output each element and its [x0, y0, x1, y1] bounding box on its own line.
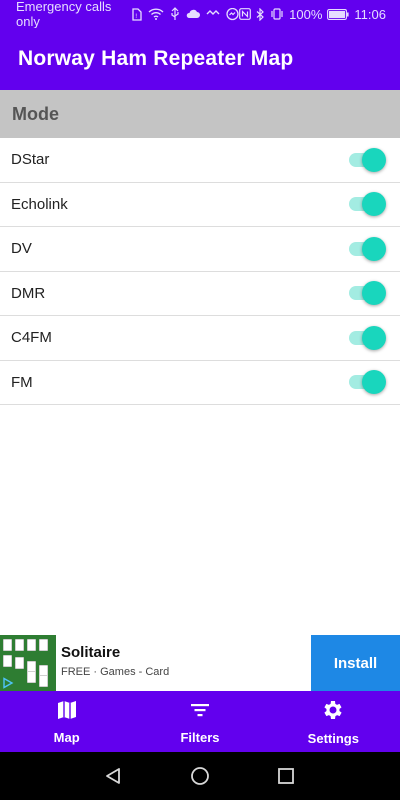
switch-thumb	[362, 236, 386, 261]
mode-label: DStar	[11, 151, 50, 169]
back-button[interactable]	[102, 764, 126, 788]
mode-row-fm[interactable]: FM	[0, 361, 400, 405]
status-left: Emergency calls only !	[16, 0, 239, 29]
dstar-toggle[interactable]	[349, 147, 386, 172]
carrier-text: Emergency calls only	[16, 0, 112, 29]
nav-label: Filters	[180, 729, 220, 745]
mode-label: C4FM	[11, 329, 52, 347]
ad-banner[interactable]: Solitaire FREE · Games - Card Install	[0, 635, 400, 691]
status-right: 100% 11:06	[239, 7, 386, 22]
mode-section-header: Mode	[0, 90, 400, 138]
card-shape	[15, 657, 24, 669]
status-bar: Emergency calls only ! 100% 11:06	[0, 0, 400, 29]
loop-icon	[206, 9, 220, 19]
solitaire-app-icon	[0, 635, 56, 691]
mode-label: DV	[11, 240, 32, 258]
map-icon	[56, 699, 78, 726]
mode-label: DMR	[11, 284, 46, 302]
nav-label: Settings	[307, 730, 359, 746]
ad-choices-icon[interactable]	[1, 676, 15, 690]
section-title: Mode	[12, 103, 59, 124]
battery-percent: 100%	[289, 6, 323, 22]
card-shape	[3, 639, 12, 651]
ad-title: Solitaire	[61, 644, 121, 661]
card-shape	[15, 639, 24, 651]
card-shape	[39, 675, 48, 687]
mode-row-echolink[interactable]: Echolink	[0, 183, 400, 227]
card-shape	[27, 639, 36, 651]
switch-thumb	[362, 147, 386, 172]
home-circle-icon	[191, 767, 209, 785]
filter-icon	[189, 699, 211, 726]
card-shape	[27, 671, 36, 683]
nav-item-map[interactable]: Map	[0, 691, 133, 752]
gear-icon	[321, 698, 345, 727]
nfc-icon	[239, 8, 252, 20]
switch-thumb	[362, 281, 386, 306]
sim-icon: !	[132, 7, 142, 21]
mode-list: DStar Echolink DV DMR C4FM FM	[0, 138, 400, 405]
mode-row-dstar[interactable]: DStar	[0, 138, 400, 183]
app-bar: Norway Ham Repeater Map	[0, 28, 400, 90]
nav-label: Map	[53, 729, 80, 745]
battery-icon	[327, 8, 350, 20]
status-time: 11:06	[354, 6, 386, 22]
nav-item-filters[interactable]: Filters	[133, 691, 266, 752]
c4fm-toggle[interactable]	[349, 325, 386, 350]
switch-thumb	[362, 192, 386, 217]
switch-thumb	[362, 370, 386, 395]
mode-label: Echolink	[11, 195, 68, 213]
mode-row-dmr[interactable]: DMR	[0, 272, 400, 316]
echolink-toggle[interactable]	[349, 192, 386, 217]
back-triangle-icon	[106, 768, 120, 784]
dmr-toggle[interactable]	[349, 281, 386, 306]
card-shape	[3, 655, 12, 667]
system-nav-bar	[0, 752, 400, 800]
home-button[interactable]	[188, 764, 212, 788]
ad-subtitle: FREE · Games - Card	[61, 666, 170, 678]
card-shape	[39, 639, 48, 651]
dv-toggle[interactable]	[349, 236, 386, 261]
usb-icon	[170, 7, 180, 21]
install-button[interactable]: Install	[311, 635, 400, 691]
app-title: Norway Ham Repeater Map	[18, 47, 294, 70]
recents-square-icon	[278, 768, 294, 784]
vibrate-icon	[270, 8, 284, 20]
ad-text: Solitaire FREE · Games - Card	[56, 635, 311, 691]
mode-row-c4fm[interactable]: C4FM	[0, 316, 400, 361]
mode-row-dv[interactable]: DV	[0, 227, 400, 272]
wifi-icon	[148, 8, 164, 20]
bluetooth-icon	[256, 7, 265, 21]
nav-item-settings[interactable]: Settings	[267, 691, 400, 752]
messenger-icon	[226, 7, 239, 21]
bottom-nav: Map Filters Settings	[0, 691, 400, 752]
cloud-icon	[186, 9, 201, 19]
recents-button[interactable]	[274, 764, 298, 788]
switch-thumb	[362, 325, 386, 350]
mode-label: FM	[11, 373, 33, 391]
fm-toggle[interactable]	[349, 370, 386, 395]
svg-text:!: !	[135, 13, 137, 20]
